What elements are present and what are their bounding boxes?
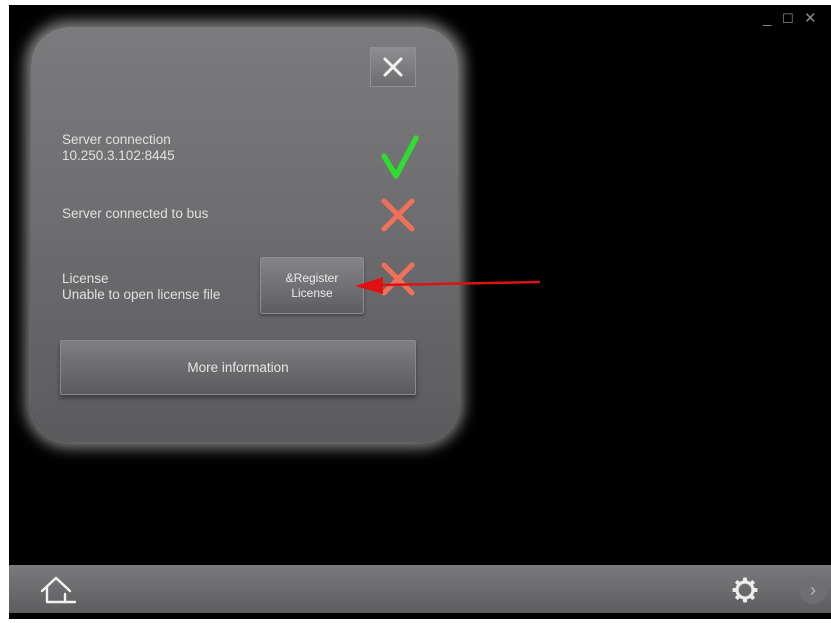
next-button[interactable]: › bbox=[799, 576, 827, 604]
dialog-close-button[interactable] bbox=[370, 47, 416, 87]
more-information-button[interactable]: More information bbox=[60, 340, 416, 395]
close-window-button[interactable]: ✕ bbox=[804, 9, 817, 29]
register-license-button[interactable]: &Register License bbox=[260, 257, 364, 314]
home-icon[interactable] bbox=[39, 574, 79, 606]
error-x-icon bbox=[381, 262, 415, 296]
gear-icon[interactable] bbox=[732, 577, 758, 603]
register-license-line1: &Register bbox=[285, 270, 339, 285]
server-connection-label: Server connection 10.250.3.102:8445 bbox=[62, 132, 175, 164]
server-bus-label: Server connected to bus bbox=[62, 206, 209, 221]
minimize-button[interactable]: _ bbox=[763, 9, 771, 29]
register-license-line2: License bbox=[291, 285, 333, 300]
check-icon bbox=[381, 135, 419, 179]
app-window: _ ☐ ✕ Server connection 10.250.3.102:844… bbox=[9, 5, 831, 619]
license-error-text: Unable to open license file bbox=[62, 287, 221, 302]
close-icon bbox=[383, 57, 403, 77]
license-title: License bbox=[62, 271, 109, 286]
server-connection-address: 10.250.3.102:8445 bbox=[62, 148, 175, 163]
license-label: License Unable to open license file bbox=[62, 271, 220, 303]
server-connection-title: Server connection bbox=[62, 132, 171, 147]
bottom-toolbar: › bbox=[9, 565, 831, 613]
maximize-button[interactable]: ☐ bbox=[782, 9, 794, 29]
error-x-icon bbox=[381, 198, 415, 232]
status-dialog: Server connection 10.250.3.102:8445 Serv… bbox=[31, 27, 458, 442]
